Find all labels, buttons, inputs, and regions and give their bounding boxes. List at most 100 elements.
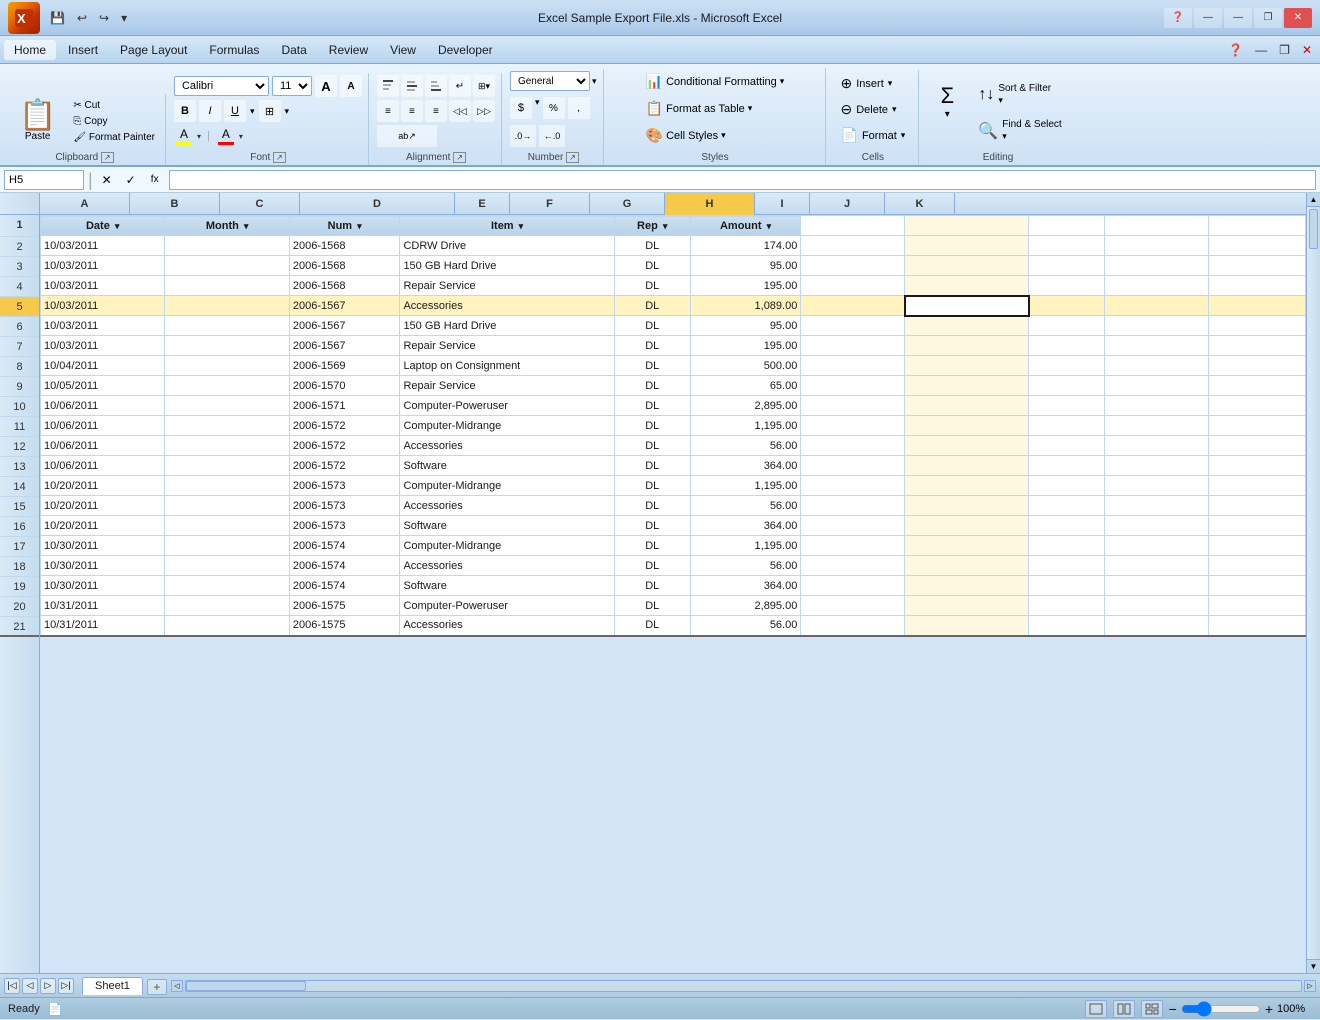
cell-H7[interactable] [905,336,1029,356]
cell-G2[interactable] [801,236,905,256]
cell-K12[interactable] [1209,436,1306,456]
scroll-first-sheet-btn[interactable]: |◁ [4,978,20,994]
row-num-11[interactable]: 11 [0,417,39,437]
format-arrow[interactable]: ▾ [901,130,906,141]
ribbon-minimize-btn[interactable]: — [1194,8,1222,28]
cf-arrow[interactable]: ▾ [780,76,785,87]
scroll-down-btn[interactable]: ▼ [1307,959,1320,973]
cell-I16[interactable] [1029,516,1105,536]
normal-view-btn[interactable] [1085,1000,1107,1018]
cell-H6[interactable] [905,316,1029,336]
cell-F8[interactable]: 500.00 [690,356,801,376]
cell-I9[interactable] [1029,376,1105,396]
sheet-tab-sheet1[interactable]: Sheet1 [82,977,143,995]
cell-F9[interactable]: 65.00 [690,376,801,396]
cell-I6[interactable] [1029,316,1105,336]
cell-D9[interactable]: Repair Service [400,376,614,396]
cell-E20[interactable]: DL [614,596,690,616]
cell-G18[interactable] [801,556,905,576]
menu-data[interactable]: Data [271,40,316,60]
cell-B2[interactable] [165,236,289,256]
cell-A21[interactable]: 10/31/2011 [41,616,165,636]
cell-D15[interactable]: Accessories [400,496,614,516]
cell-C14[interactable]: 2006-1573 [289,476,400,496]
cell-C11[interactable]: 2006-1572 [289,416,400,436]
cell-H19[interactable] [905,576,1029,596]
cell-K19[interactable] [1209,576,1306,596]
cell-F11[interactable]: 1,195.00 [690,416,801,436]
scroll-left-btn[interactable]: ◁ [171,980,183,992]
cell-I20[interactable] [1029,596,1105,616]
cell-G14[interactable] [801,476,905,496]
cell-J4[interactable] [1105,276,1209,296]
menu-home[interactable]: Home [4,40,56,60]
clipboard-expand-btn[interactable]: ↗ [101,152,114,163]
insert-function-btn[interactable]: fx [145,170,165,190]
cell-E21[interactable]: DL [614,616,690,636]
row-num-1[interactable]: 1 [0,215,39,237]
col-header-I[interactable]: I [755,193,810,215]
cell-G6[interactable] [801,316,905,336]
cell-E19[interactable]: DL [614,576,690,596]
cell-K11[interactable] [1209,416,1306,436]
cell-D18[interactable]: Accessories [400,556,614,576]
cell-D6[interactable]: 150 GB Hard Drive [400,316,614,336]
cell-A19[interactable]: 10/30/2011 [41,576,165,596]
row-num-8[interactable]: 8 [0,357,39,377]
close-btn[interactable]: ✕ [1284,8,1312,28]
cell-C3[interactable]: 2006-1568 [289,256,400,276]
menu-formulas[interactable]: Formulas [199,40,269,60]
cell-A8[interactable]: 10/04/2011 [41,356,165,376]
cell-B18[interactable] [165,556,289,576]
scroll-last-sheet-btn[interactable]: ▷| [58,978,74,994]
cell-G1[interactable] [801,216,905,236]
page-break-view-btn[interactable] [1141,1000,1163,1018]
cell-H2[interactable] [905,236,1029,256]
cell-K1[interactable] [1209,216,1306,236]
number-format-arrow[interactable]: ▾ [592,76,597,87]
cell-G20[interactable] [801,596,905,616]
cell-J20[interactable] [1105,596,1209,616]
cell-B12[interactable] [165,436,289,456]
cell-I21[interactable] [1029,616,1105,636]
cell-A9[interactable]: 10/05/2011 [41,376,165,396]
horizontal-scrollbar[interactable]: ◁ ▷ [167,980,1320,992]
cell-E15[interactable]: DL [614,496,690,516]
col-header-F[interactable]: F [510,193,590,215]
undo-quick-btn[interactable]: ↩ [73,9,91,27]
name-box[interactable]: H5 [4,170,84,190]
cell-I19[interactable] [1029,576,1105,596]
cell-G13[interactable] [801,456,905,476]
cell-K5[interactable] [1209,296,1306,316]
fat-arrow[interactable]: ▾ [748,103,753,114]
cell-C16[interactable]: 2006-1573 [289,516,400,536]
menu-min-btn[interactable]: — [1251,41,1271,59]
cell-F15[interactable]: 56.00 [690,496,801,516]
cell-H14[interactable] [905,476,1029,496]
page-layout-view-btn[interactable] [1113,1000,1135,1018]
cell-A4[interactable]: 10/03/2011 [41,276,165,296]
font-grow-btn[interactable]: A [315,75,337,97]
cell-F2[interactable]: 174.00 [690,236,801,256]
comma-btn[interactable]: , [568,97,590,119]
cell-B13[interactable] [165,456,289,476]
row-num-9[interactable]: 9 [0,377,39,397]
col-header-J[interactable]: J [810,193,885,215]
cell-A20[interactable]: 10/31/2011 [41,596,165,616]
border-button[interactable]: ⊞ [259,100,281,122]
scroll-track-h[interactable] [185,980,1302,992]
cell-E5[interactable]: DL [614,296,690,316]
cell-B20[interactable] [165,596,289,616]
wrap-text-btn[interactable]: ↵ [449,75,471,97]
cell-D3[interactable]: 150 GB Hard Drive [400,256,614,276]
menu-close-btn[interactable]: ✕ [1298,41,1316,59]
cell-B17[interactable] [165,536,289,556]
cell-D2[interactable]: CDRW Drive [400,236,614,256]
cell-I17[interactable] [1029,536,1105,556]
delete-arrow[interactable]: ▾ [892,104,897,115]
cell-K14[interactable] [1209,476,1306,496]
cell-G16[interactable] [801,516,905,536]
cell-F7[interactable]: 195.00 [690,336,801,356]
cell-I15[interactable] [1029,496,1105,516]
cs-arrow[interactable]: ▾ [721,130,726,141]
